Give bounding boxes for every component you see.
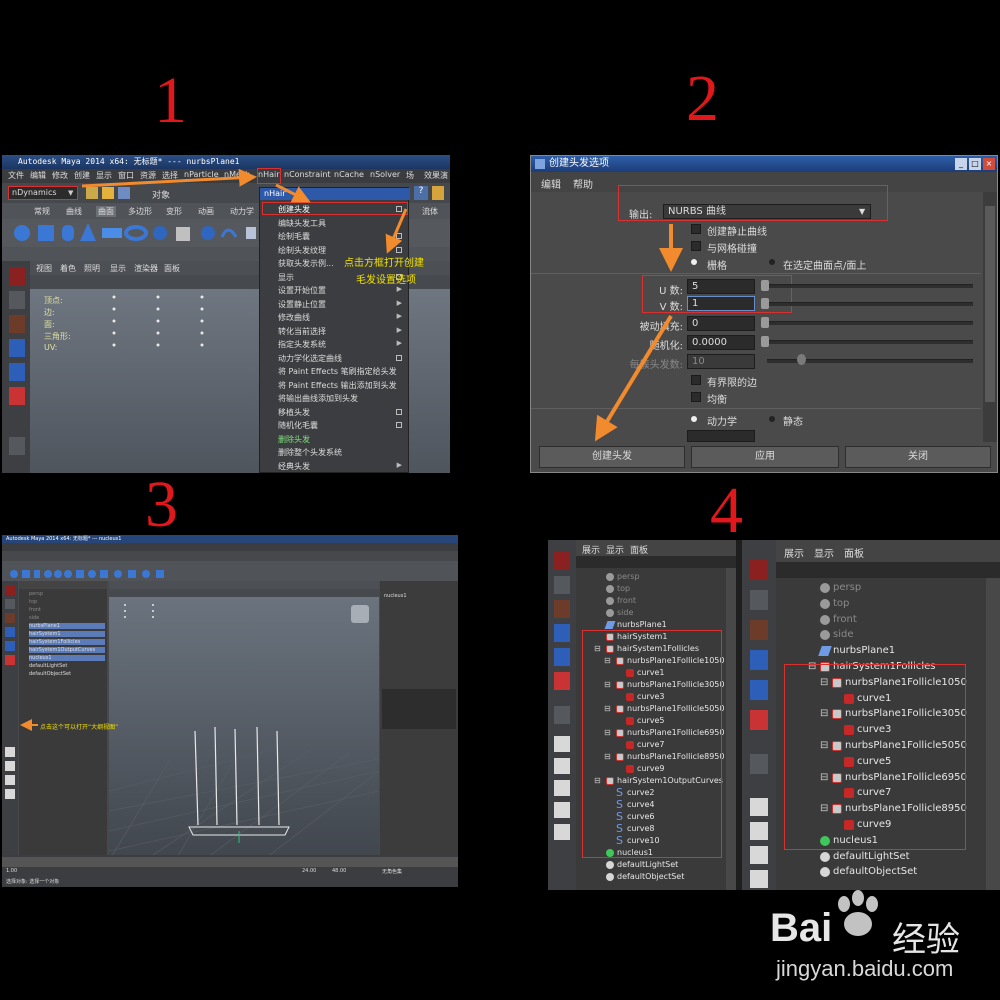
lasso-tool-icon[interactable] (554, 576, 570, 594)
move-tool-icon[interactable] (554, 624, 570, 642)
scrollbar-right[interactable] (986, 578, 1000, 890)
outliner-item[interactable]: nurbsPlane1 (617, 620, 667, 629)
outliner-item[interactable]: front (833, 614, 857, 625)
outliner-item[interactable]: defaultLightSet (617, 860, 678, 869)
manipulator-icon[interactable] (554, 706, 570, 724)
outliner-item[interactable]: top (833, 598, 849, 609)
paw-logo-icon (838, 890, 878, 936)
layout-icon[interactable] (554, 758, 570, 774)
layout-icon[interactable] (750, 822, 768, 840)
layout-icon[interactable] (554, 736, 570, 752)
camera-icon (820, 630, 830, 641)
tool-box-left (548, 540, 576, 890)
menu-show[interactable]: 展示 (582, 543, 600, 556)
camera-icon (606, 609, 614, 617)
menu-show[interactable]: 展示 (784, 545, 804, 560)
set-icon (820, 867, 830, 878)
outliner-item[interactable]: top (617, 584, 630, 593)
camera-icon (606, 597, 614, 605)
annotation-arrows (594, 224, 683, 442)
select-tool-icon[interactable] (554, 552, 570, 570)
step-number-4: 4 (710, 474, 743, 547)
scale-tool-icon[interactable] (750, 710, 768, 730)
outliner-item[interactable]: nurbsPlane1 (833, 645, 895, 656)
move-tool-icon[interactable] (750, 650, 768, 670)
step-number-3: 3 (145, 468, 178, 541)
scale-tool-icon[interactable] (554, 672, 570, 690)
camera-icon (820, 614, 830, 625)
outliner-search-right[interactable] (776, 562, 1000, 578)
annotation-arrow (20, 719, 38, 731)
watermark-brand: Bai (770, 906, 833, 950)
set-icon (820, 851, 830, 862)
outliner-search-left[interactable] (576, 556, 736, 568)
right-tree-highlight (784, 664, 966, 850)
left-tree-highlight (582, 630, 722, 858)
create-hair-options-dialog: 创建头发选项 _ □ × 编辑 帮助 输出: NURBS 曲线 ▼ 创建静止曲线… (530, 155, 998, 473)
paint-tool-icon[interactable] (750, 620, 768, 640)
set-icon (606, 861, 614, 869)
menu-display[interactable]: 显示 (606, 543, 624, 556)
layout-icon[interactable] (554, 780, 570, 796)
select-tool-icon[interactable] (750, 560, 768, 580)
layout-icon[interactable] (750, 846, 768, 864)
camera-icon (606, 585, 614, 593)
manipulator-icon[interactable] (750, 754, 768, 774)
camera-icon (606, 573, 614, 581)
outliner-menu-right: 展示 显示 面板 (776, 540, 1000, 562)
maya-main-window-screenshot: Autodesk Maya 2014 x64: 无标题* --- nurbsPl… (2, 155, 450, 473)
tutorial-collage: 1 2 3 4 Autodesk Maya 2014 x64: 无标题* ---… (0, 0, 1000, 1000)
layout-icon[interactable] (554, 802, 570, 818)
set-icon (606, 873, 614, 881)
rotate-tool-icon[interactable] (750, 680, 768, 700)
scrollbar-left[interactable] (726, 568, 736, 890)
outliner-item[interactable]: defaultLightSet (833, 851, 910, 862)
menu-panels[interactable]: 面板 (844, 545, 864, 560)
outliner-item[interactable]: side (833, 629, 854, 640)
outliner-item[interactable]: persp (617, 572, 640, 581)
layout-icon[interactable] (750, 798, 768, 816)
menu-panels[interactable]: 面板 (630, 543, 648, 556)
outliner-item[interactable]: defaultObjectSet (833, 866, 917, 877)
plane-icon (604, 621, 616, 629)
outliner-item[interactable]: persp (833, 582, 861, 593)
menu-display[interactable]: 显示 (814, 545, 834, 560)
lasso-tool-icon[interactable] (750, 590, 768, 610)
annotation-arrows (81, 168, 408, 254)
maya-outliner-window-screenshot: Autodesk Maya 2014 x64: 无标题* --- nucleus… (2, 535, 458, 887)
step-number-2: 2 (686, 62, 719, 135)
outliner-menu-left: 展示 显示 面板 (576, 540, 736, 556)
baidu-jingyan-watermark: Bai 经验 jingyan.baidu.com (770, 890, 1000, 1000)
tool-box-right (742, 540, 776, 890)
outliner-comparison-screenshot: 展示 显示 面板 persp top front side nurbsPlane1 hai… (548, 540, 1000, 890)
camera-icon (820, 583, 830, 593)
watermark-brand-cn: 经验 (892, 920, 960, 960)
plane-icon (818, 646, 832, 657)
outliner-item[interactable]: front (617, 596, 636, 605)
layout-icon[interactable] (554, 824, 570, 840)
outliner-item[interactable]: side (617, 608, 633, 617)
camera-icon (820, 598, 830, 609)
step-number-1: 1 (154, 64, 187, 137)
layout-icon[interactable] (750, 870, 768, 888)
watermark-url: jingyan.baidu.com (776, 956, 954, 981)
outliner-item[interactable]: defaultObjectSet (617, 872, 684, 881)
rotate-tool-icon[interactable] (554, 648, 570, 666)
paint-tool-icon[interactable] (554, 600, 570, 618)
